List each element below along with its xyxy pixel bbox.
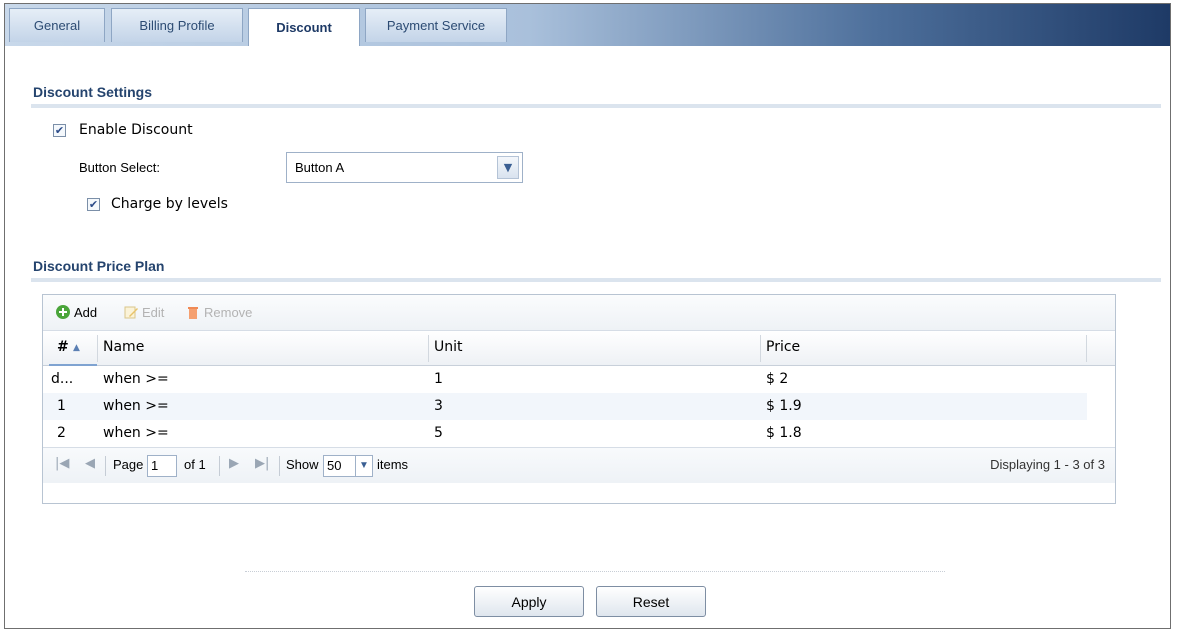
pager-divider — [279, 456, 280, 476]
grid-pager: |◀ ◀ Page 1 of 1 ▶ ▶| Show 50 ▼ items Di… — [43, 447, 1115, 483]
previous-page-icon[interactable]: ◀ — [85, 456, 95, 471]
button-select-label: Button Select: — [79, 160, 160, 175]
page-label: Page — [113, 457, 144, 472]
tab-payment-service[interactable]: Payment Service — [365, 8, 507, 42]
tab-billing-profile[interactable]: Billing Profile — [111, 8, 243, 42]
row-number: 1 — [57, 398, 66, 414]
grid-header: # ▲ Name Unit Price — [43, 331, 1115, 366]
first-page-icon[interactable]: |◀ — [55, 456, 69, 471]
add-icon — [56, 305, 70, 319]
tab-bar: General Billing Profile Discount Payment… — [5, 4, 1170, 46]
column-divider — [760, 335, 761, 362]
button-select-value: Button A — [295, 160, 345, 175]
col-header-number[interactable]: # — [57, 339, 69, 355]
items-label: items — [377, 457, 409, 472]
table-row[interactable]: 1 when >= 3 $ 1.9 — [43, 393, 1087, 420]
sort-ascending-icon: ▲ — [73, 343, 80, 353]
column-divider — [428, 335, 429, 362]
last-page-icon[interactable]: ▶| — [255, 456, 269, 471]
pager-divider — [105, 456, 106, 476]
chevron-down-icon[interactable]: ▼ — [355, 455, 373, 477]
tab-discount[interactable]: Discount — [248, 8, 360, 46]
row-unit: 5 — [434, 425, 443, 441]
enable-discount-checkbox[interactable]: ✔ — [53, 124, 66, 137]
charge-by-levels-label: Charge by levels — [111, 196, 228, 212]
footer-divider — [245, 571, 945, 572]
next-page-icon[interactable]: ▶ — [229, 456, 239, 471]
discount-settings-title: Discount Settings — [33, 84, 153, 100]
chevron-down-icon[interactable]: ▼ — [497, 156, 519, 179]
row-number: 2 — [57, 425, 66, 441]
col-header-unit[interactable]: Unit — [434, 339, 463, 355]
remove-label: Remove — [204, 304, 253, 320]
column-divider — [97, 335, 98, 362]
add-label: Add — [74, 304, 98, 320]
charge-by-levels-checkbox[interactable]: ✔ — [87, 198, 100, 211]
discount-price-plan-title: Discount Price Plan — [33, 258, 165, 274]
show-label: Show — [286, 457, 319, 472]
edit-button[interactable]: Edit — [123, 304, 164, 320]
grid-toolbar: Add Edit Remove — [43, 295, 1115, 331]
section-divider — [31, 278, 1161, 282]
trash-icon — [188, 307, 198, 319]
row-price: $ 1.8 — [766, 425, 802, 441]
row-price: $ 2 — [766, 371, 789, 387]
row-unit: 1 — [434, 371, 443, 387]
section-divider — [31, 104, 1161, 108]
displaying-count: Displaying 1 - 3 of 3 — [990, 457, 1105, 472]
row-price: $ 1.9 — [766, 398, 802, 414]
tab-general[interactable]: General — [9, 8, 105, 42]
button-select-dropdown[interactable]: Button A ▼ — [286, 152, 523, 183]
price-plan-grid: Add Edit Remove # ▲ Name Unit Price d...… — [42, 294, 1116, 504]
page-size-select[interactable]: 50 — [323, 455, 355, 477]
table-row[interactable]: 2 when >= 5 $ 1.8 — [43, 420, 1087, 447]
page-count: of 1 — [184, 457, 206, 472]
row-name: when >= — [103, 398, 169, 414]
pager-divider — [219, 456, 220, 476]
discount-page: General Billing Profile Discount Payment… — [4, 3, 1171, 629]
add-button[interactable]: Add — [55, 304, 97, 320]
table-row[interactable]: d... when >= 1 $ 2 — [43, 366, 1087, 393]
col-header-price[interactable]: Price — [766, 339, 800, 355]
reset-button[interactable]: Reset — [596, 586, 706, 617]
page-number-input[interactable]: 1 — [147, 455, 177, 477]
col-header-name[interactable]: Name — [103, 339, 144, 355]
row-name: when >= — [103, 371, 169, 387]
edit-icon — [124, 306, 138, 319]
edit-label: Edit — [142, 304, 165, 320]
remove-button[interactable]: Remove — [185, 304, 252, 320]
row-number: d... — [51, 371, 74, 387]
row-name: when >= — [103, 425, 169, 441]
enable-discount-label: Enable Discount — [79, 122, 193, 138]
column-divider — [1086, 335, 1087, 362]
row-unit: 3 — [434, 398, 443, 414]
apply-button[interactable]: Apply — [474, 586, 584, 617]
